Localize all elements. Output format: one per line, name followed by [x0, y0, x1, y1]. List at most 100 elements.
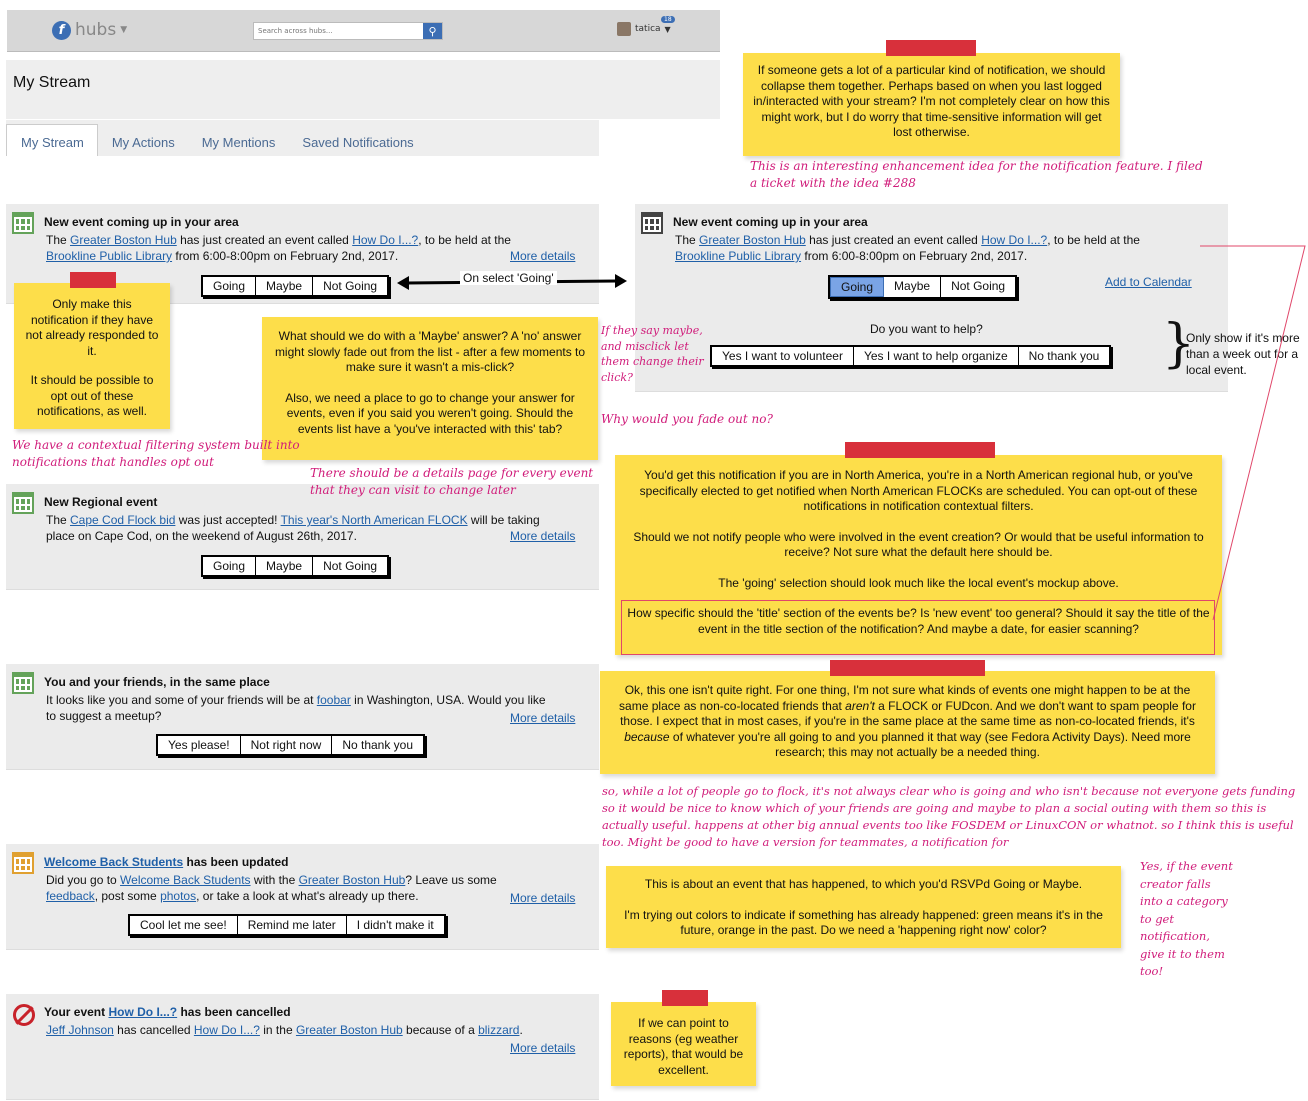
- handwritten-note: If they say maybe, and misclick let them…: [601, 324, 704, 384]
- hub-link[interactable]: Greater Boston Hub: [699, 233, 806, 247]
- no-thank-you-button[interactable]: No thank you: [1019, 347, 1110, 365]
- didnt-make-it-button[interactable]: I didn't make it: [347, 916, 444, 934]
- user-link[interactable]: Jeff Johnson: [46, 1023, 114, 1037]
- rsvp-buttons: Going Maybe Not Going: [201, 555, 390, 577]
- reason-link[interactable]: blizzard: [478, 1023, 519, 1037]
- maybe-button[interactable]: Maybe: [884, 277, 942, 297]
- hub-link[interactable]: Greater Boston Hub: [296, 1023, 403, 1037]
- remind-me-later-button[interactable]: Remind me later: [238, 916, 347, 934]
- calendar-icon: [641, 212, 663, 234]
- event-link[interactable]: How Do I...?: [194, 1023, 260, 1037]
- tape: [830, 660, 985, 676]
- photos-link[interactable]: photos: [160, 889, 196, 903]
- event-link[interactable]: How Do I...?: [108, 1005, 177, 1019]
- calendar-icon: [12, 492, 34, 514]
- followup-buttons: Cool let me see! Remind me later I didn't …: [128, 914, 446, 936]
- event-link[interactable]: Welcome Back Students: [44, 855, 183, 869]
- sticky-note-friends: Ok, this one isn't quite right. For one …: [600, 671, 1215, 774]
- card-body: Jeff Johnson has cancelled How Do I...? …: [46, 1023, 523, 1037]
- highlight-box: [621, 600, 1215, 655]
- bid-link[interactable]: Cape Cod Flock bid: [70, 513, 175, 527]
- tab-my-stream[interactable]: My Stream: [6, 124, 98, 156]
- tape: [662, 990, 708, 1006]
- notification-card-regional-event: New Regional event The Cape Cod Flock bi…: [6, 484, 599, 590]
- search-bar[interactable]: ⚲: [253, 22, 443, 40]
- card-body: The Greater Boston Hub has just created …: [46, 233, 511, 263]
- cancelled-icon: [13, 1004, 35, 1026]
- calendar-icon: [12, 852, 34, 874]
- rsvp-buttons: Going Maybe Not Going: [828, 275, 1018, 299]
- maybe-button[interactable]: Maybe: [256, 557, 314, 575]
- flock-link[interactable]: This year's North American FLOCK: [281, 513, 468, 527]
- venue-link[interactable]: Brookline Public Library: [46, 249, 172, 263]
- not-going-button[interactable]: Not Going: [313, 277, 387, 295]
- handwritten-note: This is an interesting enhancement idea …: [750, 159, 1203, 190]
- sticky-note-maybe: What should we do with a 'Maybe' answer?…: [262, 317, 598, 460]
- sticky-note-past-event: This is about an event that has happened…: [606, 866, 1121, 948]
- more-details-link[interactable]: More details: [510, 1041, 575, 1055]
- tab-saved-notifications[interactable]: Saved Notifications: [288, 124, 426, 156]
- not-right-now-button[interactable]: Not right now: [241, 736, 333, 754]
- card-title: Your event How Do I...? has been cancell…: [44, 1005, 291, 1019]
- more-details-link[interactable]: More details: [510, 249, 575, 263]
- notification-card-local-event-selected: New event coming up in your area The Gre…: [635, 204, 1228, 392]
- hubs-logo[interactable]: f hubs ▼: [52, 20, 127, 40]
- rsvp-buttons: Going Maybe Not Going: [201, 275, 390, 297]
- handwritten-note: Yes, if the event creator falls into a c…: [1140, 859, 1233, 978]
- event-link[interactable]: Welcome Back Students: [120, 873, 251, 887]
- card-body: Did you go to Welcome Back Students with…: [46, 873, 497, 903]
- search-icon[interactable]: ⚲: [423, 23, 442, 39]
- help-buttons: Yes I want to volunteer Yes I want to hel…: [710, 345, 1112, 367]
- add-to-calendar-link[interactable]: Add to Calendar: [1105, 275, 1192, 289]
- card-title: You and your friends, in the same place: [44, 675, 270, 689]
- handwritten-note: so, while a lot of people go to flock, i…: [602, 784, 1296, 849]
- calendar-icon: [12, 212, 34, 234]
- not-going-button[interactable]: Not Going: [941, 277, 1015, 297]
- tab-my-mentions[interactable]: My Mentions: [188, 124, 289, 156]
- yes-please-button[interactable]: Yes please!: [158, 736, 241, 754]
- connector-line: [1200, 245, 1306, 621]
- more-details-link[interactable]: More details: [510, 711, 575, 725]
- tape: [70, 272, 116, 288]
- going-button[interactable]: Going: [203, 557, 257, 575]
- card-title: New event coming up in your area: [44, 215, 239, 229]
- notification-card-friends-meetup: You and your friends, in the same place …: [6, 664, 599, 770]
- place-link[interactable]: foobar: [317, 693, 351, 707]
- more-details-link[interactable]: More details: [510, 529, 575, 543]
- not-going-button[interactable]: Not Going: [313, 557, 387, 575]
- handwritten-note: Why would you fade out no?: [601, 412, 773, 426]
- fedora-icon: f: [52, 20, 71, 40]
- going-button[interactable]: Going: [203, 277, 257, 295]
- going-button[interactable]: Going: [830, 277, 885, 297]
- sticky-note-responded: Only make this notification if they have…: [14, 283, 170, 429]
- chevron-down-icon: ▼: [664, 24, 671, 34]
- hub-link[interactable]: Greater Boston Hub: [70, 233, 177, 247]
- no-thank-you-button[interactable]: No thank you: [332, 736, 423, 754]
- notification-card-event-updated: Welcome Back Students has been updated D…: [6, 844, 599, 950]
- more-details-link[interactable]: More details: [510, 891, 575, 905]
- card-body: The Cape Cod Flock bid was just accepted…: [46, 513, 540, 543]
- page-title: My Stream: [13, 74, 91, 91]
- help-organize-button[interactable]: Yes I want to help organize: [854, 347, 1019, 365]
- handwritten-note: We have a contextual filtering system bu…: [12, 438, 300, 469]
- event-link[interactable]: How Do I...?: [981, 233, 1047, 247]
- maybe-button[interactable]: Maybe: [256, 277, 314, 295]
- calendar-icon: [12, 672, 34, 694]
- search-input[interactable]: [254, 23, 423, 39]
- tape: [886, 40, 976, 56]
- volunteer-button[interactable]: Yes I want to volunteer: [712, 347, 854, 365]
- sticky-note-collapse: If someone gets a lot of a particular ki…: [743, 53, 1120, 156]
- cool-let-me-see-button[interactable]: Cool let me see!: [130, 916, 238, 934]
- venue-link[interactable]: Brookline Public Library: [675, 249, 801, 263]
- hub-link[interactable]: Greater Boston Hub: [299, 873, 406, 887]
- user-menu[interactable]: tatica 18 ▼: [617, 16, 675, 36]
- meetup-buttons: Yes please! Not right now No thank you: [156, 734, 426, 756]
- card-title: New event coming up in your area: [673, 215, 868, 229]
- tab-my-actions[interactable]: My Actions: [98, 124, 188, 156]
- card-title: New Regional event: [44, 495, 158, 509]
- event-link[interactable]: How Do I...?: [352, 233, 418, 247]
- feedback-link[interactable]: feedback: [46, 889, 95, 903]
- tape: [845, 442, 995, 458]
- card-title: Welcome Back Students has been updated: [44, 855, 289, 869]
- sticky-note-reasons: If we can point to reasons (eg weather r…: [611, 1002, 756, 1086]
